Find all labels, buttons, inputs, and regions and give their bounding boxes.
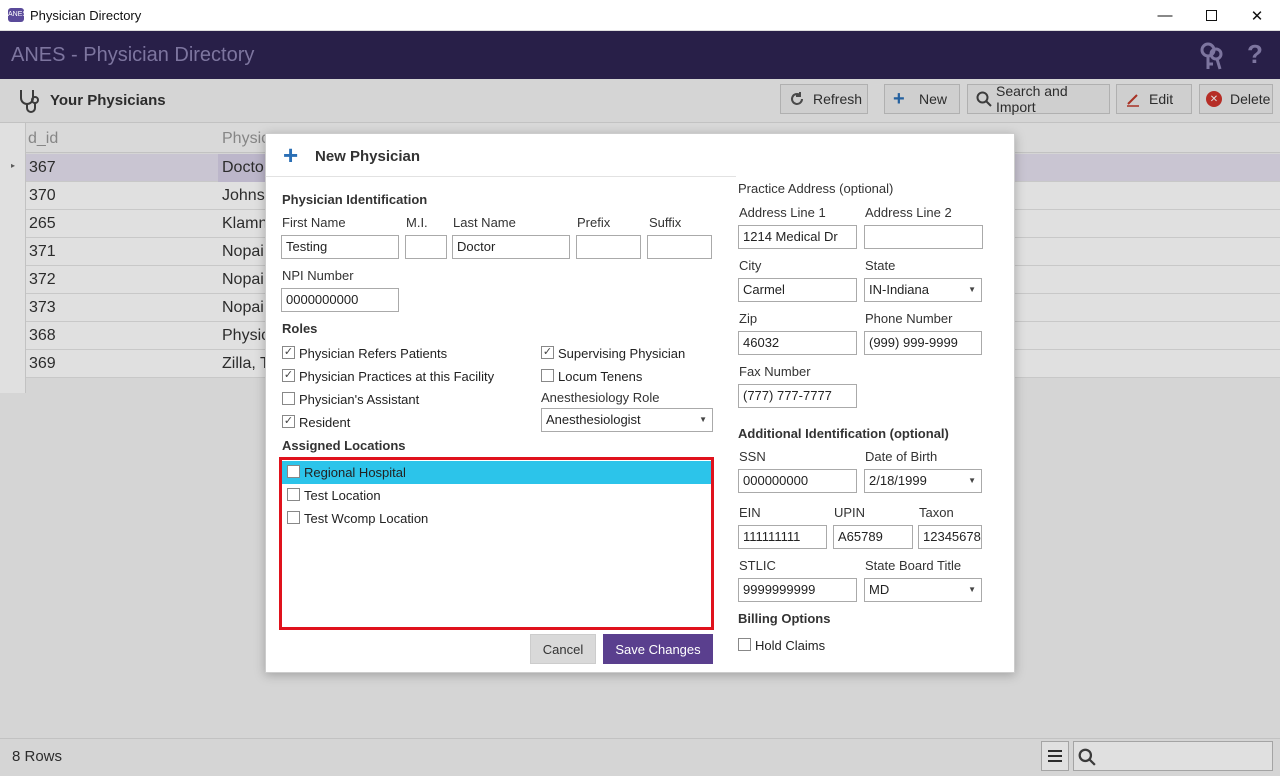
- fax-label: Fax Number: [739, 364, 811, 379]
- locations-heading: Assigned Locations: [282, 438, 406, 453]
- list-item[interactable]: Test Wcomp Location: [282, 507, 711, 530]
- app-icon: ANES: [8, 8, 27, 22]
- supervising-checkbox[interactable]: ✓: [541, 346, 554, 359]
- zip-label: Zip: [739, 311, 758, 326]
- refers-checkbox[interactable]: ✓: [282, 346, 295, 359]
- last-name-label: Last Name: [453, 215, 516, 230]
- supervising-label: Supervising Physician: [558, 346, 686, 361]
- zip-field[interactable]: 46032: [738, 331, 857, 355]
- ein-field[interactable]: 111111111: [738, 525, 827, 549]
- hold-claims-label: Hold Claims: [755, 638, 826, 653]
- location-label: Test Wcomp Location: [304, 511, 429, 526]
- ssn-label: SSN: [739, 449, 766, 464]
- hold-claims-checkbox[interactable]: [738, 638, 751, 651]
- minimize-icon[interactable]: —: [1142, 0, 1188, 31]
- address-heading: Practice Address (optional): [738, 181, 894, 196]
- mi-label: M.I.: [406, 215, 428, 230]
- first-name-field[interactable]: Testing: [281, 235, 399, 259]
- last-name-field[interactable]: Doctor: [452, 235, 570, 259]
- upin-field[interactable]: A65789: [833, 525, 913, 549]
- prefix-label: Prefix: [577, 215, 611, 230]
- window-titlebar: ANES Physician Directory — ✕: [0, 0, 1280, 31]
- identification-heading: Physician Identification: [282, 192, 428, 207]
- location-checkbox[interactable]: [287, 465, 300, 478]
- assistant-label: Physician's Assistant: [299, 392, 420, 407]
- upin-label: UPIN: [834, 505, 866, 520]
- location-label: Test Location: [304, 488, 381, 503]
- address-line1-field[interactable]: 1214 Medical Dr: [738, 225, 857, 249]
- taxon-label: Taxon: [919, 505, 954, 520]
- prefix-field[interactable]: [576, 235, 641, 259]
- chevron-down-icon: ▼: [968, 585, 976, 594]
- address-line1-label: Address Line 1: [739, 205, 826, 220]
- cancel-button[interactable]: Cancel: [530, 634, 596, 664]
- refers-label: Physician Refers Patients: [299, 346, 448, 361]
- city-label: City: [739, 258, 762, 273]
- state-select[interactable]: IN-Indiana ▼: [864, 278, 982, 302]
- dob-picker[interactable]: 2/18/1999 ▼: [864, 469, 982, 493]
- dialog-header: + New Physician: [266, 134, 736, 177]
- resident-label: Resident: [299, 415, 351, 430]
- dob-value: 2/18/1999: [869, 473, 927, 488]
- anes-role-select[interactable]: Anesthesiologist ▼: [541, 408, 713, 432]
- suffix-label: Suffix: [649, 215, 682, 230]
- chevron-down-icon: ▼: [968, 476, 976, 485]
- ein-label: EIN: [739, 505, 761, 520]
- save-changes-button[interactable]: Save Changes: [603, 634, 713, 664]
- locum-label: Locum Tenens: [558, 369, 643, 384]
- assigned-locations-list[interactable]: Regional Hospital Test Location Test Wco…: [279, 457, 714, 630]
- locum-checkbox[interactable]: [541, 369, 554, 382]
- chevron-down-icon: ▼: [699, 415, 707, 424]
- roles-heading: Roles: [282, 321, 318, 336]
- city-field[interactable]: Carmel: [738, 278, 857, 302]
- state-value: IN-Indiana: [869, 282, 929, 297]
- location-checkbox[interactable]: [287, 488, 300, 501]
- phone-label: Phone Number: [865, 311, 953, 326]
- location-label: Regional Hospital: [304, 465, 406, 480]
- list-item[interactable]: Test Location: [282, 484, 711, 507]
- board-select[interactable]: MD ▼: [864, 578, 982, 602]
- plus-icon: +: [283, 140, 299, 170]
- dialog-title: New Physician: [315, 148, 421, 165]
- ssn-field[interactable]: 000000000: [738, 469, 857, 493]
- maximize-icon[interactable]: [1188, 0, 1234, 31]
- board-value: MD: [869, 582, 890, 597]
- phone-field[interactable]: (999) 999-9999: [864, 331, 982, 355]
- close-icon[interactable]: ✕: [1234, 0, 1280, 31]
- additional-heading: Additional Identification (optional): [738, 426, 949, 441]
- state-label: State: [865, 258, 896, 273]
- fax-field[interactable]: (777) 777-7777: [738, 384, 857, 408]
- stlic-label: STLIC: [739, 558, 776, 573]
- address-line2-field[interactable]: [864, 225, 983, 249]
- suffix-field[interactable]: [647, 235, 712, 259]
- resident-checkbox[interactable]: ✓: [282, 415, 295, 428]
- stlic-field[interactable]: 9999999999: [738, 578, 857, 602]
- chevron-down-icon: ▼: [968, 285, 976, 294]
- first-name-label: First Name: [282, 215, 346, 230]
- location-checkbox[interactable]: [287, 511, 300, 524]
- mi-field[interactable]: [405, 235, 447, 259]
- npi-label: NPI Number: [282, 268, 354, 283]
- assistant-checkbox[interactable]: [282, 392, 295, 405]
- window-title: Physician Directory: [30, 8, 142, 23]
- billing-heading: Billing Options: [738, 611, 831, 626]
- practices-checkbox[interactable]: ✓: [282, 369, 295, 382]
- practices-label: Physician Practices at this Facility: [299, 369, 495, 384]
- board-label: State Board Title: [865, 558, 962, 573]
- list-item[interactable]: Regional Hospital: [282, 461, 711, 484]
- npi-field[interactable]: 0000000000: [281, 288, 399, 312]
- anes-role-label: Anesthesiology Role: [541, 390, 660, 405]
- address-line2-label: Address Line 2: [865, 205, 952, 220]
- taxon-field[interactable]: 12345678: [918, 525, 982, 549]
- dob-label: Date of Birth: [865, 449, 938, 464]
- anes-role-value: Anesthesiologist: [546, 412, 641, 427]
- new-physician-dialog: + New Physician Physician Identification…: [265, 133, 1015, 673]
